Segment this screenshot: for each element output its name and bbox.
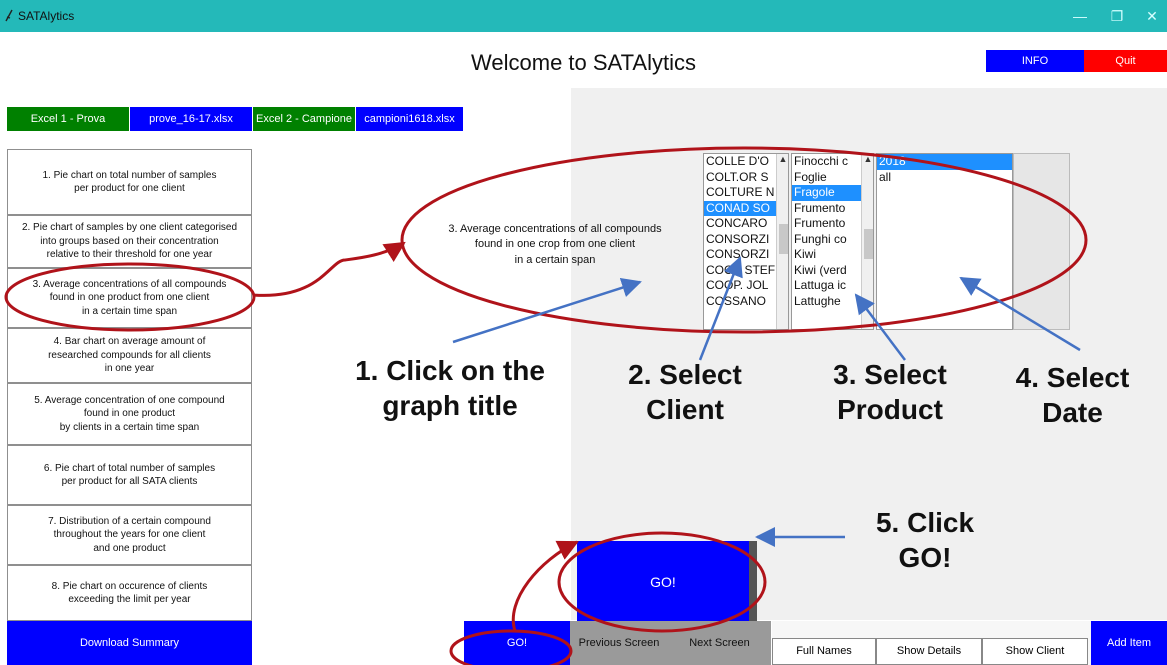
menu-item-6[interactable]: 6. Pie chart of total number of samples …: [7, 445, 252, 505]
selected-graph-title[interactable]: 3. Average concentrations of all compoun…: [405, 222, 705, 268]
annotation-step2: 2. Select Client: [628, 359, 742, 425]
annotation-step3: 3. Select Product: [833, 359, 947, 425]
product-list-item[interactable]: Foglie: [792, 170, 861, 186]
info-button[interactable]: INFO: [986, 50, 1084, 72]
empty-listbox: [1013, 153, 1070, 330]
date-list-item[interactable]: 2018: [877, 154, 1012, 170]
excel1-file-button[interactable]: prove_16-17.xlsx: [130, 107, 252, 131]
annotation-step1: 1. Click on the graph title: [355, 355, 545, 421]
excel1-label: Excel 1 - Prova: [7, 107, 129, 131]
previous-screen-button[interactable]: Previous Screen: [570, 621, 668, 665]
menu-item-4[interactable]: 4. Bar chart on average amount of resear…: [7, 328, 252, 383]
client-listbox[interactable]: COLLE D'O COLT.OR S COLTURE N CONAD SO CONCA…: [703, 153, 789, 330]
window-titlebar: [0, 0, 1167, 32]
scroll-up-icon[interactable]: ▲: [777, 154, 788, 164]
menu-item-2[interactable]: 2. Pie chart of samples by one client ca…: [7, 215, 252, 268]
go-button[interactable]: GO!: [464, 621, 570, 665]
product-listbox[interactable]: Finocchi c Foglie Fragole Frumento Frumento F…: [791, 153, 874, 330]
full-names-button[interactable]: Full Names: [772, 638, 876, 665]
client-list-item[interactable]: COOP. JOL: [704, 278, 776, 294]
product-list-item[interactable]: Funghi co: [792, 232, 861, 248]
product-scrollbar[interactable]: ▲: [861, 154, 873, 329]
maximize-icon[interactable]: ❐: [1106, 6, 1128, 26]
menu-item-1[interactable]: 1. Pie chart on total number of samples …: [7, 149, 252, 215]
product-list-item[interactable]: Kiwi: [792, 247, 861, 263]
connector-go-to-big-go: [511, 540, 579, 632]
product-list-item[interactable]: Lattughe: [792, 294, 861, 310]
show-details-button[interactable]: Show Details: [876, 638, 982, 665]
scroll-up-icon[interactable]: ▲: [862, 154, 873, 164]
excel2-file-button[interactable]: campioni1618.xlsx: [356, 107, 463, 131]
client-list-item[interactable]: CONCARO: [704, 216, 776, 232]
close-icon[interactable]: ✕: [1141, 6, 1163, 26]
menu-item-3[interactable]: 3. Average concentrations of all compoun…: [7, 268, 252, 328]
excel2-label: Excel 2 - Campione: [253, 107, 355, 131]
client-list-item[interactable]: CONSORZI: [704, 247, 776, 263]
product-list-item[interactable]: Frumento: [792, 201, 861, 217]
client-scroll-thumb[interactable]: [779, 224, 788, 254]
client-list-item[interactable]: COLTURE N: [704, 185, 776, 201]
annotation-step5: 5. Click GO!: [875, 507, 975, 573]
date-list-item[interactable]: all: [877, 170, 1012, 186]
quit-button[interactable]: Quit: [1084, 50, 1167, 72]
client-list-item[interactable]: COLT.OR S: [704, 170, 776, 186]
annotation-step4: 4. Select Date: [1015, 362, 1130, 428]
connector-menu-to-selection: [252, 241, 406, 297]
download-summary-button[interactable]: Download Summary: [7, 621, 252, 665]
product-list-item[interactable]: Frumento: [792, 216, 861, 232]
app-logo-icon: [5, 9, 13, 22]
product-list-item[interactable]: Fragole: [792, 185, 861, 201]
product-list-item[interactable]: Lattuga ic: [792, 278, 861, 294]
minimize-icon[interactable]: —: [1069, 6, 1091, 26]
go-big-button-edge: [749, 541, 757, 623]
menu-item-5[interactable]: 5. Average concentration of one compound…: [7, 383, 252, 445]
product-list-item[interactable]: Finocchi c: [792, 154, 861, 170]
go-big-button[interactable]: GO!: [577, 541, 749, 623]
client-list-item[interactable]: COSSANO: [704, 294, 776, 310]
next-screen-button[interactable]: Next Screen: [668, 621, 771, 665]
client-list-item[interactable]: CONAD SO: [704, 200, 776, 216]
menu-item-7[interactable]: 7. Distribution of a certain compound th…: [7, 505, 252, 565]
client-list-item[interactable]: COOP STEF: [704, 263, 776, 279]
client-list-item[interactable]: COLLE D'O: [704, 154, 776, 170]
date-listbox[interactable]: 2018 all: [876, 153, 1013, 330]
add-item-button[interactable]: Add Item: [1091, 621, 1167, 665]
product-scroll-thumb[interactable]: [864, 229, 873, 259]
client-list-item[interactable]: CONSORZI: [704, 232, 776, 248]
product-list-item[interactable]: Kiwi (verd: [792, 263, 861, 279]
show-client-button[interactable]: Show Client: [982, 638, 1088, 665]
window-title: SATAlytics: [18, 9, 75, 23]
menu-item-8[interactable]: 8. Pie chart on occurence of clients exc…: [7, 565, 252, 621]
client-scrollbar[interactable]: ▲: [776, 154, 788, 329]
